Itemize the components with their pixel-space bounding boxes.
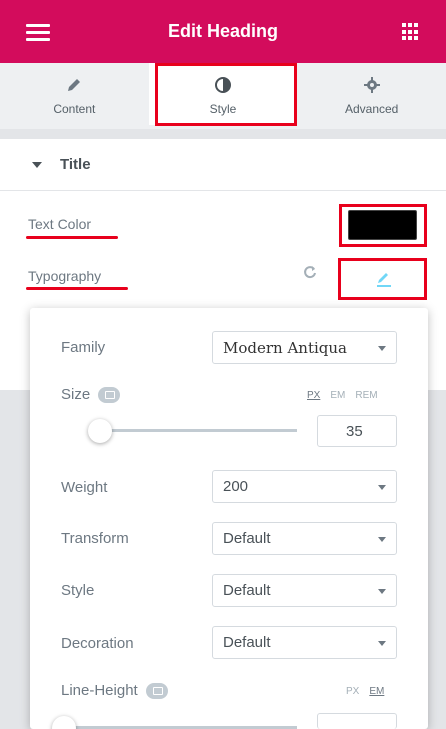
gear-icon [363,76,380,94]
line-height-label: Line-Height [61,682,138,699]
chevron-down-icon [378,641,386,646]
unit-px[interactable]: PX [346,686,359,697]
size-input[interactable]: 35 [317,415,397,447]
unit-px[interactable]: PX [307,390,320,401]
pencil-icon [377,273,391,287]
reset-icon[interactable] [303,265,317,279]
tab-advanced-label: Advanced [344,102,399,116]
chevron-down-icon [378,485,386,490]
style-value: Default [223,582,271,599]
style-tab-highlight [155,63,297,126]
decoration-label: Decoration [61,635,134,652]
weight-select[interactable]: 200 [212,470,397,503]
transform-value: Default [223,530,271,547]
weight-value: 200 [223,478,249,495]
line-height-slider-handle[interactable] [52,716,76,729]
style-label: Style [61,582,95,599]
pencil-icon [66,76,82,94]
style-select[interactable]: Default [212,574,397,607]
size-units: PX EM REM [307,390,378,401]
section-title: Title [60,156,91,173]
chevron-down-icon [378,537,386,542]
tab-content[interactable]: Content [0,63,149,129]
unit-em[interactable]: EM [369,686,384,697]
line-height-label-row: Line-Height [61,682,168,700]
menu-icon[interactable] [26,24,50,41]
tab-advanced[interactable]: Advanced [297,63,446,129]
text-color-underline [26,236,118,239]
tab-content-label: Content [53,102,96,116]
section-separator [0,129,446,139]
typography-label: Typography [28,268,102,284]
typography-popover: Family Modern Antiqua Size PX EM REM 35 … [30,308,428,729]
section-title-toggle[interactable]: Title [0,139,446,191]
responsive-icon[interactable] [98,387,121,404]
responsive-icon[interactable] [145,683,168,700]
decoration-value: Default [223,634,271,651]
line-height-input[interactable] [317,713,397,729]
chevron-down-icon [378,346,386,351]
widgets-grid-icon[interactable] [402,23,420,41]
size-slider-handle[interactable] [88,419,112,443]
line-height-units: PX EM [346,686,384,697]
family-label: Family [61,339,106,356]
chevron-down-icon [378,589,386,594]
typography-edit-button[interactable] [345,264,423,294]
panel-title: Edit Heading [167,21,278,41]
panel-header: Edit Heading [0,0,446,63]
size-slider-track[interactable] [90,429,297,432]
size-label: Size [61,386,91,403]
family-select[interactable]: Modern Antiqua [212,331,397,364]
transform-label: Transform [61,530,129,547]
unit-rem[interactable]: REM [355,390,377,401]
caret-down-icon [32,161,42,168]
decoration-select[interactable]: Default [212,626,397,659]
size-label-row: Size [61,386,121,404]
typography-underline [26,287,128,290]
family-value: Modern Antiqua [223,338,347,357]
transform-select[interactable]: Default [212,522,397,555]
weight-label: Weight [61,479,108,496]
text-color-label: Text Color [28,216,92,232]
unit-em[interactable]: EM [330,390,345,401]
text-color-swatch[interactable] [348,210,417,240]
